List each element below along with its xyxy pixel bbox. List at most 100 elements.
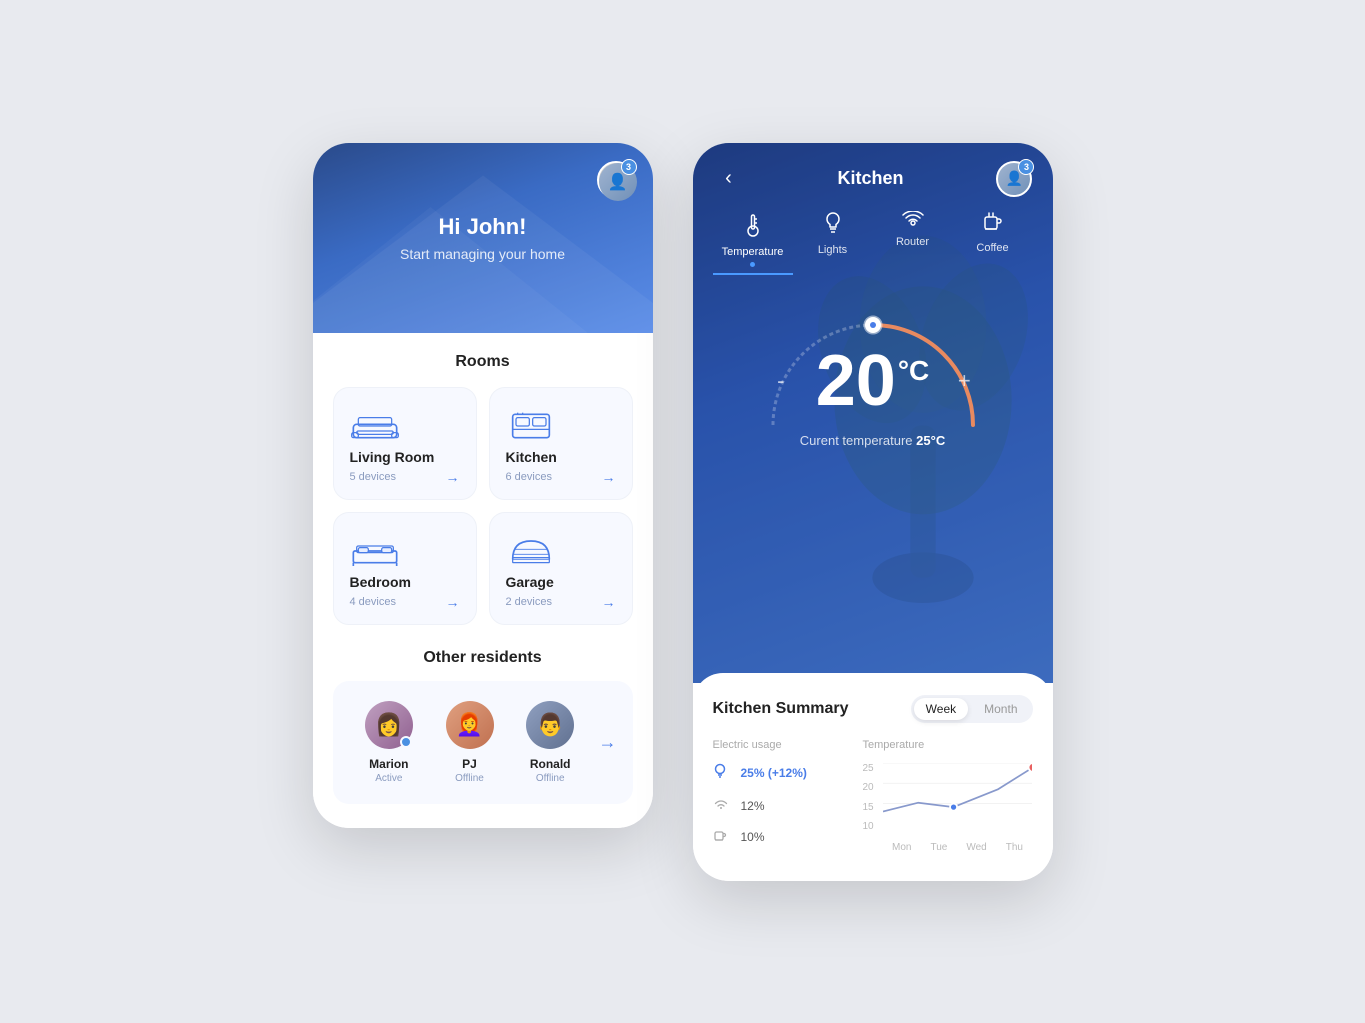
current-temp-value: 25°C	[916, 433, 945, 448]
kitchen-nav: ‹ Kitchen 👤 3	[693, 143, 1053, 197]
app-container: Hi John! Start managing your home 👤 3 Ro…	[273, 103, 1093, 921]
avatar-badge-count: 3	[621, 159, 637, 175]
left-header-bg: Hi John! Start managing your home 👤 3	[313, 143, 653, 333]
kitchen-name: Kitchen	[506, 449, 616, 465]
pj-avatar: 👩‍🦰	[446, 701, 494, 749]
residents-title: Other residents	[333, 649, 633, 667]
summary-right: Temperature 25 20 15 10	[863, 739, 1033, 861]
thermostat-value-row: - 20°C +	[766, 345, 980, 417]
tab-coffee-label: Coffee	[976, 242, 1008, 254]
residents-card: 👩 Marion Active 👩‍🦰 PJ Offline 👨 Ronal	[333, 681, 633, 804]
kitchen-title: Kitchen	[837, 168, 903, 189]
garage-arrow: →	[602, 594, 616, 610]
chart-y-labels: 25 20 15 10	[863, 763, 874, 833]
resident-marion[interactable]: 👩 Marion Active	[349, 701, 430, 784]
rooms-section-title: Rooms	[333, 353, 633, 371]
marion-name: Marion	[369, 757, 408, 771]
x-label-mon: Mon	[892, 842, 911, 853]
temperature-icon	[745, 211, 761, 242]
kitchen-device-count: 6 devices	[506, 471, 552, 483]
device-tabs: Temperature Lights Router	[693, 197, 1053, 275]
marion-status: Active	[375, 773, 402, 784]
resident-ronald[interactable]: 👨 Ronald Offline	[510, 701, 591, 784]
room-card-livingroom[interactable]: Living Room 5 devices →	[333, 387, 477, 500]
livingroom-devices-row: 5 devices →	[350, 469, 460, 485]
chart-svg	[883, 763, 1033, 825]
kitchen-summary: Kitchen Summary Week Month Electric usag…	[693, 673, 1053, 881]
tab-temperature[interactable]: Temperature	[713, 211, 793, 275]
temp-plus-btn[interactable]: +	[949, 366, 979, 396]
tab-coffee[interactable]: Coffee	[953, 211, 1033, 275]
temp-number: 20	[816, 341, 896, 421]
x-label-thu: Thu	[1006, 842, 1023, 853]
x-label-wed: Wed	[966, 842, 986, 853]
summary-title: Kitchen Summary	[713, 700, 849, 718]
garage-name: Garage	[506, 574, 616, 590]
y-label-20: 20	[863, 782, 874, 793]
livingroom-arrow: →	[446, 469, 460, 485]
temp-minus-btn[interactable]: -	[766, 366, 796, 396]
ronald-name: Ronald	[530, 757, 571, 771]
kitchen-icon	[506, 408, 556, 444]
temp-unit: °C	[898, 355, 929, 386]
kitchen-header: ‹ Kitchen 👤 3 Temperature	[693, 143, 1053, 683]
bedroom-device-count: 4 devices	[350, 596, 396, 608]
router-icon	[902, 211, 924, 232]
garage-icon	[506, 533, 556, 569]
resident-pj[interactable]: 👩‍🦰 PJ Offline	[429, 701, 510, 784]
room-card-kitchen[interactable]: Kitchen 6 devices →	[489, 387, 633, 500]
bedroom-name: Bedroom	[350, 574, 460, 590]
phone-right: ‹ Kitchen 👤 3 Temperature	[693, 143, 1053, 881]
coffee-icon	[983, 211, 1003, 238]
x-label-tue: Tue	[930, 842, 947, 853]
current-temp-label: Curent temperature 25°C	[800, 433, 945, 448]
pj-name: PJ	[462, 757, 477, 771]
summary-left: Electric usage 25% (+12%) 12%	[713, 739, 843, 861]
active-dot	[750, 262, 755, 267]
bulb-icon	[713, 763, 733, 784]
wifi-usage-icon	[713, 798, 733, 814]
subtitle-text: Start managing your home	[400, 246, 565, 262]
summary-header: Kitchen Summary Week Month	[713, 695, 1033, 723]
bedroom-arrow: →	[446, 594, 460, 610]
usage-item-wifi: 12%	[713, 798, 843, 814]
tab-router[interactable]: Router	[873, 211, 953, 275]
y-label-25: 25	[863, 763, 874, 774]
livingroom-device-count: 5 devices	[350, 471, 396, 483]
temp-value: 20°C	[816, 345, 930, 417]
marion-avatar: 👩	[365, 701, 413, 749]
chart-container: 25 20 15 10	[863, 763, 1033, 853]
chart-x-labels: Mon Tue Wed Thu	[883, 842, 1033, 853]
back-button[interactable]: ‹	[713, 167, 745, 190]
bedroom-icon	[350, 533, 400, 569]
room-card-bedroom[interactable]: Bedroom 4 devices →	[333, 512, 477, 625]
kitchen-avatar[interactable]: 👤 3	[996, 161, 1032, 197]
wifi-usage: 12%	[741, 799, 765, 813]
kitchen-devices-row: 6 devices →	[506, 469, 616, 485]
temperature-header: Temperature	[863, 739, 1033, 751]
pj-status: Offline	[455, 773, 484, 784]
usage-item-coffee: 10%	[713, 828, 843, 847]
marion-online-dot	[400, 736, 412, 748]
bedroom-devices-row: 4 devices →	[350, 594, 460, 610]
electric-usage-header: Electric usage	[713, 739, 843, 751]
tab-lights[interactable]: Lights	[793, 211, 873, 275]
ronald-status: Offline	[536, 773, 565, 784]
month-toggle[interactable]: Month	[972, 698, 1029, 720]
livingroom-name: Living Room	[350, 449, 460, 465]
header-avatar[interactable]: 👤 3	[597, 161, 635, 199]
current-label-text: Curent temperature	[800, 433, 913, 448]
y-label-15: 15	[863, 802, 874, 813]
left-phone-body: Rooms Living Room 5 devices →	[313, 333, 653, 828]
thermostat-container: - 20°C + Curent temperature 25°C	[693, 275, 1053, 448]
residents-arrow[interactable]: →	[599, 732, 617, 753]
y-label-10: 10	[863, 821, 874, 832]
tab-router-label: Router	[896, 236, 929, 248]
phone-left: Hi John! Start managing your home 👤 3 Ro…	[313, 143, 653, 828]
week-toggle[interactable]: Week	[914, 698, 968, 720]
kitchen-badge: 3	[1018, 159, 1034, 175]
toggle-buttons: Week Month	[911, 695, 1033, 723]
residents-section: Other residents 👩 Marion Active 👩‍🦰 PJ	[333, 649, 633, 804]
room-card-garage[interactable]: Garage 2 devices →	[489, 512, 633, 625]
garage-device-count: 2 devices	[506, 596, 552, 608]
